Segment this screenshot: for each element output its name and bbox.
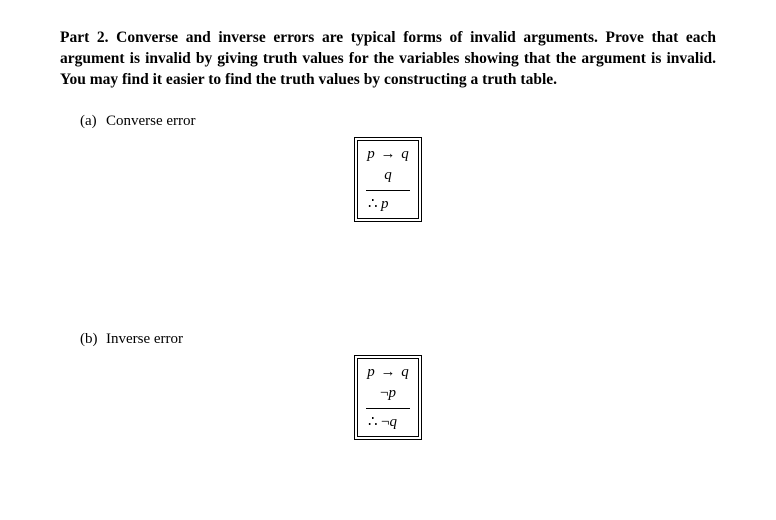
part-heading: Part 2. Converse and inverse errors are … [60,28,716,91]
premise1-left-var: p [367,146,375,162]
item-a: (a) Converse error p → q q ∴p [60,113,716,219]
item-b-title: Inverse error [106,331,183,348]
item-a-argument-box: p → q q ∴p [357,140,419,219]
item-a-label: (a) [80,113,106,130]
conclusion-var: p [381,196,389,212]
item-b-premise-2: ¬p [366,383,410,404]
item-b-label: (b) [80,331,106,348]
item-b-premise-1: p → q [366,362,410,383]
therefore-icon: ∴ [368,414,378,430]
item-a-premise-1: p → q [366,144,410,165]
item-b-argument-wrap: p → q ¬p ∴¬q [60,358,716,437]
item-a-argument-wrap: p → q q ∴p [60,140,716,219]
spacer [60,219,716,309]
premise1-right-var: q [401,146,409,162]
item-b-conclusion: ∴¬q [366,408,410,433]
not-icon: ¬ [381,414,389,430]
item-b: (b) Inverse error p → q ¬p ∴¬q [60,331,716,437]
item-a-conclusion: ∴p [366,190,410,215]
item-a-premises: p → q q [366,144,410,190]
conclusion-var: q [390,414,398,430]
page: Part 2. Converse and inverse errors are … [0,0,776,437]
arrow-icon: → [381,146,396,162]
therefore-icon: ∴ [368,196,378,212]
premise1-left-var: p [367,364,375,380]
item-a-row: (a) Converse error [80,113,716,130]
item-b-premises: p → q ¬p [366,362,410,408]
item-b-argument-box: p → q ¬p ∴¬q [357,358,419,437]
item-b-row: (b) Inverse error [80,331,716,348]
premise1-right-var: q [401,364,409,380]
item-a-premise-2: q [366,165,410,186]
premise2-var: p [388,385,396,401]
item-a-title: Converse error [106,113,196,130]
arrow-icon: → [381,364,396,380]
